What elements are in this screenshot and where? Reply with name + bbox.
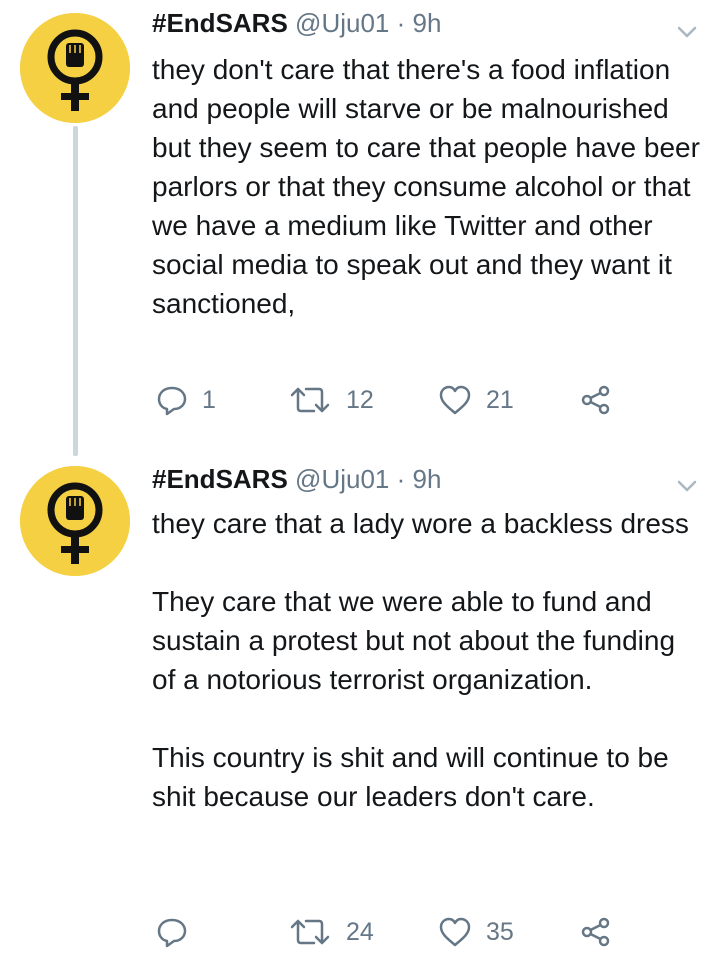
separator-dot: · [396,8,406,38]
user-handle[interactable]: @Uju01 [295,464,389,494]
share-button[interactable] [580,384,612,416]
timestamp[interactable]: 9h [413,8,442,38]
tweet-text: they care that a lady wore a backless dr… [152,504,702,816]
tweet-header: #EndSARS @Uju01 · 9h [152,462,441,496]
share-icon [581,385,610,415]
tweet-actions: 24 35 [152,916,632,956]
like-button[interactable]: 21 [438,384,514,416]
user-handle[interactable]: @Uju01 [295,8,389,38]
retweet-count: 12 [346,385,374,414]
tweet-actions: 1 12 21 [152,384,632,424]
tweet-paragraph: they care that a lady wore a backless dr… [152,508,689,539]
tweet-paragraph: they don't care that there's a food infl… [152,54,700,319]
feminist-fist-symbol-icon [20,466,130,576]
retweet-icon [290,387,330,413]
tweet-header: #EndSARS @Uju01 · 9h [152,6,441,40]
retweet-button[interactable]: 24 [288,916,374,948]
chevron-down-icon[interactable] [672,20,702,44]
thread-connector-line [73,126,78,456]
retweet-icon [290,919,330,945]
share-button[interactable] [580,916,612,948]
like-count: 35 [486,917,514,946]
separator-dot: · [396,464,406,494]
feminist-fist-symbol-icon [20,13,130,123]
tweet-paragraph: This country is shit and will continue t… [152,742,669,812]
reply-button[interactable] [156,916,202,948]
timestamp[interactable]: 9h [413,464,442,494]
heart-icon [439,385,471,415]
reply-count: 1 [202,385,216,414]
reply-icon [157,918,187,948]
reply-button[interactable]: 1 [156,384,216,416]
like-button[interactable]: 35 [438,916,514,948]
like-count: 21 [486,385,514,414]
avatar[interactable] [20,466,130,576]
tweet-text: they don't care that there's a food infl… [152,50,702,323]
reply-icon [157,386,187,416]
heart-icon [439,917,471,947]
tweet-paragraph: They care that we were able to fund and … [152,586,676,695]
display-name[interactable]: #EndSARS [152,464,288,494]
display-name[interactable]: #EndSARS [152,8,288,38]
avatar[interactable] [20,13,130,123]
chevron-down-icon[interactable] [672,474,702,498]
retweet-button[interactable]: 12 [288,384,374,416]
share-icon [581,917,610,947]
retweet-count: 24 [346,917,374,946]
